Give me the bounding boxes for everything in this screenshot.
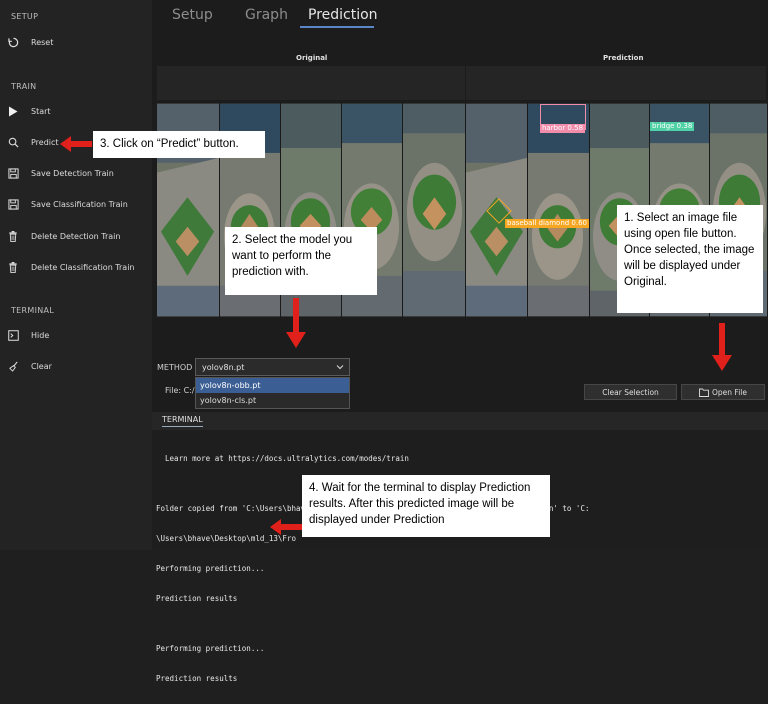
save-detection-train-button[interactable]: Save Detection Train <box>6 164 146 182</box>
reset-button[interactable]: Reset <box>6 33 146 51</box>
sidebar: SETUP Reset TRAIN Start Predict Save Det… <box>0 0 152 550</box>
save-detection-train-label: Save Detection Train <box>31 168 114 178</box>
terminal-line: Performing prediction... <box>156 644 265 653</box>
method-select-value: yolov8n.pt <box>202 362 245 372</box>
search-icon <box>6 135 20 149</box>
terminal-section-label: TERMINAL <box>11 306 55 315</box>
setup-section-label: SETUP <box>11 12 39 21</box>
open-file-label: Open File <box>712 387 747 397</box>
red-arrow-left-icon <box>270 519 302 535</box>
terminal-icon <box>6 328 20 342</box>
baseball-diamond-detection-label: baseball diamond 0.60 <box>505 219 590 228</box>
tab-setup[interactable]: Setup <box>172 7 213 23</box>
red-arrow-down-icon <box>286 298 306 348</box>
method-option-cls[interactable]: yolov8n-cls.pt <box>196 393 349 408</box>
delete-classification-train-label: Delete Classification Train <box>31 262 135 272</box>
save-classification-train-label: Save Classification Train <box>31 199 128 209</box>
terminal-header: TERMINAL <box>152 412 768 430</box>
method-option-obb[interactable]: yolov8n-obb.pt <box>196 378 349 393</box>
floppy-disk-icon <box>6 197 20 211</box>
floppy-disk-icon <box>6 166 20 180</box>
open-file-button[interactable]: Open File <box>681 384 765 400</box>
predict-label: Predict <box>31 137 59 147</box>
chevron-down-icon <box>336 365 344 370</box>
active-tab-indicator <box>300 26 374 28</box>
original-pane-header-bg <box>157 66 465 100</box>
save-classification-train-button[interactable]: Save Classification Train <box>6 195 146 213</box>
start-label: Start <box>31 106 51 116</box>
callout-step-1: 1. Select an image file using open file … <box>617 205 763 313</box>
terminal-tab[interactable]: TERMINAL <box>162 415 203 427</box>
prediction-pane-header-bg <box>466 66 766 100</box>
broom-icon <box>6 359 20 373</box>
tab-bar: Setup Graph Prediction <box>152 0 768 30</box>
delete-classification-train-button[interactable]: Delete Classification Train <box>6 258 146 276</box>
method-dropdown: yolov8n-obb.pt yolov8n-cls.pt <box>195 377 350 409</box>
aerial-tile <box>403 102 466 318</box>
clear-terminal-button[interactable]: Clear <box>6 357 146 375</box>
callout-step-2: 2. Select the model you want to perform … <box>225 227 377 295</box>
original-pane-title: Original <box>296 54 328 62</box>
method-select[interactable]: yolov8n.pt <box>195 358 350 376</box>
terminal-line: Learn more at https://docs.ultralytics.c… <box>156 454 409 463</box>
tab-prediction[interactable]: Prediction <box>308 7 378 23</box>
trash-icon <box>6 229 20 243</box>
red-arrow-left-icon <box>60 136 92 152</box>
reset-label: Reset <box>31 37 54 47</box>
clear-selection-button[interactable]: Clear Selection <box>584 384 677 400</box>
train-section-label: TRAIN <box>11 82 37 91</box>
folder-icon <box>699 388 709 397</box>
reset-icon <box>6 35 20 49</box>
terminal-line: Prediction results <box>156 674 238 683</box>
trash-icon <box>6 260 20 274</box>
prediction-pane-title: Prediction <box>603 54 644 62</box>
start-button[interactable]: Start <box>6 102 146 120</box>
delete-detection-train-button[interactable]: Delete Detection Train <box>6 227 146 245</box>
harbor-detection-label: harbor 0.58 <box>540 124 586 133</box>
terminal-line: Performing prediction... <box>156 564 265 573</box>
bridge-detection-label: bridge 0.38 <box>650 122 695 131</box>
aerial-tile <box>527 102 590 318</box>
clear-label: Clear <box>31 361 52 371</box>
terminal-line: Prediction results <box>156 594 238 603</box>
callout-step-4: 4. Wait for the terminal to display Pred… <box>302 475 550 537</box>
callout-step-3: 3. Click on “Predict” button. <box>93 131 265 158</box>
method-label: METHOD <box>157 363 193 372</box>
red-arrow-down-icon <box>712 323 732 371</box>
play-icon <box>6 104 20 118</box>
delete-detection-train-label: Delete Detection Train <box>31 231 121 241</box>
hide-terminal-button[interactable]: Hide <box>6 326 146 344</box>
tab-graph[interactable]: Graph <box>245 7 288 23</box>
hide-label: Hide <box>31 330 50 340</box>
